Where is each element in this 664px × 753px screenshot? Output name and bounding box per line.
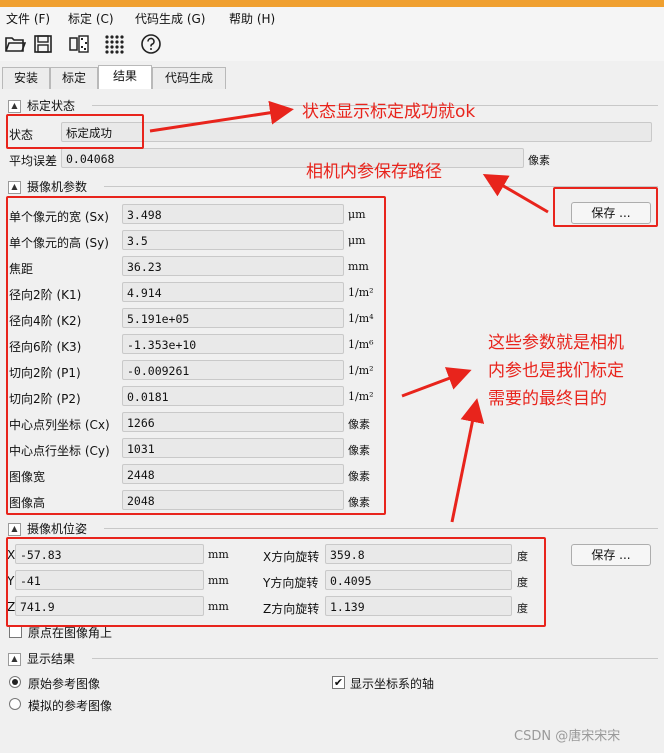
arrow-to-pose <box>450 398 485 523</box>
arrow-to-status <box>149 100 294 133</box>
arrow-to-save-path <box>482 173 549 214</box>
arrow-to-params <box>401 367 472 398</box>
annotation-arrows <box>149 100 549 523</box>
